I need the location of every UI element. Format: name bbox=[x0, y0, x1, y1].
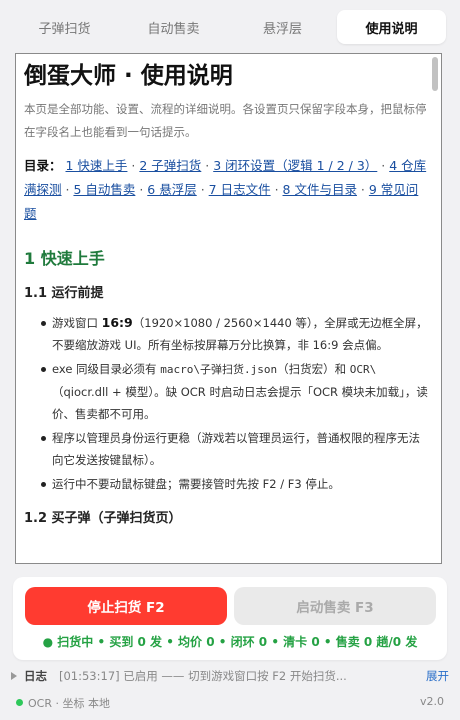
guide-document[interactable]: 倒蛋大师 · 使用说明 本页是全部功能、设置、流程的详细说明。各设置页只保留字段… bbox=[15, 53, 442, 564]
toc-separator: · bbox=[377, 158, 390, 173]
start-sell-button[interactable]: 启动售卖 F3 bbox=[234, 587, 436, 625]
tab-auto-sell[interactable]: 自动售卖 bbox=[119, 10, 228, 44]
toc-link-overlay[interactable]: 6 悬浮层 bbox=[147, 182, 196, 197]
list-item-text: （扫货宏）和 bbox=[277, 362, 350, 376]
scrollbar-thumb[interactable] bbox=[432, 57, 438, 91]
tab-overlay[interactable]: 悬浮层 bbox=[228, 10, 337, 44]
subsection-buy-bullets-heading: 1.2 买子弹（子弹扫货页） bbox=[24, 511, 182, 526]
toc-link-log-files[interactable]: 7 日志文件 bbox=[209, 182, 271, 197]
table-of-contents: 目录： 1 快速上手 · 2 子弹扫货 · 3 闭环设置（逻辑 1 / 2 / … bbox=[24, 154, 428, 226]
list-item: 程序以管理员身份运行更稳（游戏若以管理员运行，普通权限的程序无法向它发送按键鼠标… bbox=[41, 427, 428, 471]
log-bar[interactable]: 日志 [01:53:17] 已启用 —— 切到游戏窗口按 F2 开始扫货... … bbox=[11, 668, 449, 686]
list-item-text: 游戏窗口 bbox=[52, 316, 102, 330]
document-intro: 本页是全部功能、设置、流程的详细说明。各设置页只保留字段本身，把鼠标停在字段名上… bbox=[24, 102, 427, 139]
expand-arrow-icon[interactable] bbox=[11, 672, 17, 680]
toc-label: 目录： bbox=[24, 158, 62, 173]
stop-sweep-button[interactable]: 停止扫货 F2 bbox=[25, 587, 227, 625]
toc-link-bullet-sweep[interactable]: 2 子弹扫货 bbox=[139, 158, 201, 173]
status-line: ● 扫货中 • 买到 0 发 • 均价 0 • 闭环 0 • 清卡 0 • 售卖… bbox=[42, 635, 418, 649]
log-latest-entry: [01:53:17] 已启用 —— 切到游戏窗口按 F2 开始扫货... bbox=[59, 669, 347, 683]
document-title: 倒蛋大师 · 使用说明 bbox=[24, 63, 233, 89]
control-panel: 停止扫货 F2 启动售卖 F3 ● 扫货中 • 买到 0 发 • 均价 0 • … bbox=[13, 577, 447, 660]
list-item-text: （qiocr.dll + 模型）。缺 OCR 时启动日志会提示「OCR 模块未加… bbox=[52, 385, 428, 421]
list-item-text: exe 同级目录必须有 bbox=[52, 362, 161, 376]
prerequisites-list: 游戏窗口 16:9（1920×1080 / 2560×1440 等），全屏或无边… bbox=[24, 312, 428, 495]
version-label: v2.0 bbox=[419, 695, 444, 708]
toc-separator: · bbox=[196, 182, 209, 197]
list-item-code: OCR\ bbox=[349, 363, 377, 376]
list-item-bold: 16:9 bbox=[101, 315, 133, 330]
toc-separator: · bbox=[61, 182, 74, 197]
toc-separator: · bbox=[201, 158, 214, 173]
toc-separator: · bbox=[270, 182, 283, 197]
list-item: exe 同级目录必须有 macro\子弹扫货.json（扫货宏）和 OCR\ （q… bbox=[41, 358, 428, 425]
log-expand-link[interactable]: 展开 bbox=[426, 668, 449, 684]
log-label: 日志 bbox=[24, 669, 47, 683]
toc-separator: · bbox=[127, 158, 140, 173]
footer: OCR · 坐标 本地 v2.0 bbox=[16, 695, 444, 711]
toc-separator: · bbox=[356, 182, 369, 197]
list-item: 运行中不要动鼠标键盘；需要接管时先按 F2 / F3 停止。 bbox=[41, 473, 428, 495]
toc-separator: · bbox=[135, 182, 148, 197]
footer-status-text: OCR · 坐标 本地 bbox=[28, 697, 110, 710]
list-item: 游戏窗口 16:9（1920×1080 / 2560×1440 等），全屏或无边… bbox=[41, 312, 428, 356]
subsection-prerequisites-heading: 1.1 运行前提 bbox=[24, 286, 104, 301]
tab-usage-guide[interactable]: 使用说明 bbox=[337, 10, 446, 44]
document-scrollbar[interactable] bbox=[432, 57, 438, 560]
toc-link-quick-start[interactable]: 1 快速上手 bbox=[66, 158, 128, 173]
toc-link-loop-settings[interactable]: 3 闭环设置（逻辑 1 / 2 / 3） bbox=[213, 158, 377, 173]
toc-link-auto-sell[interactable]: 5 自动售卖 bbox=[73, 182, 135, 197]
section-quick-start-heading: 1 快速上手 bbox=[24, 249, 105, 268]
tab-bullet-sweep[interactable]: 子弹扫货 bbox=[10, 10, 119, 44]
guide-content: 倒蛋大师 · 使用说明 本页是全部功能、设置、流程的详细说明。各设置页只保留字段… bbox=[24, 60, 428, 529]
status-dot-icon bbox=[16, 699, 23, 706]
list-item-code: macro\子弹扫货.json bbox=[160, 363, 278, 376]
tab-bar: 子弹扫货 自动售卖 悬浮层 使用说明 bbox=[10, 10, 446, 44]
toc-link-files-dirs[interactable]: 8 文件与目录 bbox=[283, 182, 357, 197]
